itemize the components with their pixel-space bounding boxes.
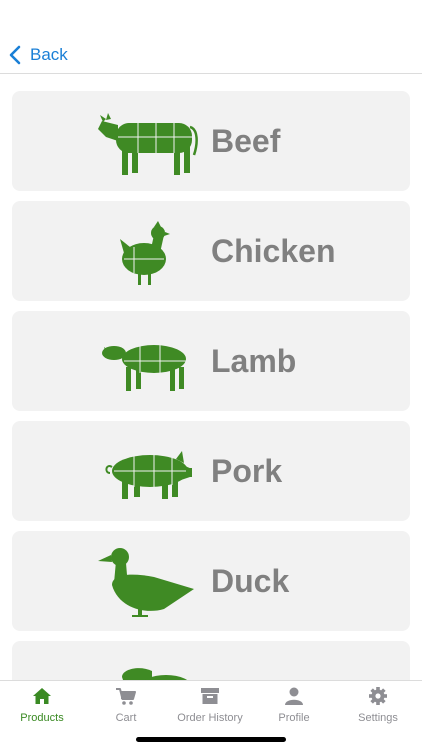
- home-icon: [33, 688, 51, 704]
- tab-products[interactable]: Products: [0, 685, 84, 729]
- tab-label: Settings: [358, 712, 398, 724]
- tab-label: Cart: [115, 712, 137, 724]
- category-card-chicken[interactable]: Chicken: [12, 201, 410, 301]
- category-card-rabbit[interactable]: [12, 641, 410, 680]
- category-card-beef[interactable]: Beef: [12, 91, 410, 191]
- navigation-bar: Back: [0, 0, 422, 74]
- category-list: Beef Chicken Lamb Pork Duck: [0, 74, 422, 680]
- tab-profile[interactable]: Profile: [252, 685, 336, 729]
- tab-label: Order History: [177, 712, 243, 724]
- tab-cart[interactable]: Cart: [84, 685, 168, 729]
- category-label: Pork: [211, 453, 283, 489]
- back-button[interactable]: Back: [8, 44, 68, 66]
- gear-icon: [369, 687, 387, 705]
- category-card-lamb[interactable]: Lamb: [12, 311, 410, 411]
- tab-order-history[interactable]: Order History: [168, 685, 252, 729]
- cart-icon: [116, 688, 136, 705]
- archive-box-icon: [201, 688, 219, 704]
- chevron-left-icon: [9, 45, 21, 65]
- category-label: Beef: [211, 123, 281, 159]
- category-card-duck[interactable]: Duck: [12, 531, 410, 631]
- person-icon: [285, 687, 303, 705]
- chicken-icon: [94, 213, 204, 289]
- rabbit-icon: [112, 653, 222, 680]
- home-indicator: [136, 737, 286, 742]
- cow-icon: [94, 103, 204, 179]
- category-card-pork[interactable]: Pork: [12, 421, 410, 521]
- pig-icon: [94, 433, 204, 509]
- category-label: Duck: [211, 563, 290, 599]
- tab-label: Profile: [278, 712, 310, 724]
- back-label: Back: [30, 45, 68, 64]
- tab-settings[interactable]: Settings: [336, 685, 420, 729]
- category-label: Chicken: [211, 233, 336, 269]
- tab-label: Products: [20, 712, 64, 724]
- duck-icon: [94, 543, 204, 619]
- category-label: Lamb: [211, 343, 297, 379]
- lamb-icon: [94, 323, 204, 399]
